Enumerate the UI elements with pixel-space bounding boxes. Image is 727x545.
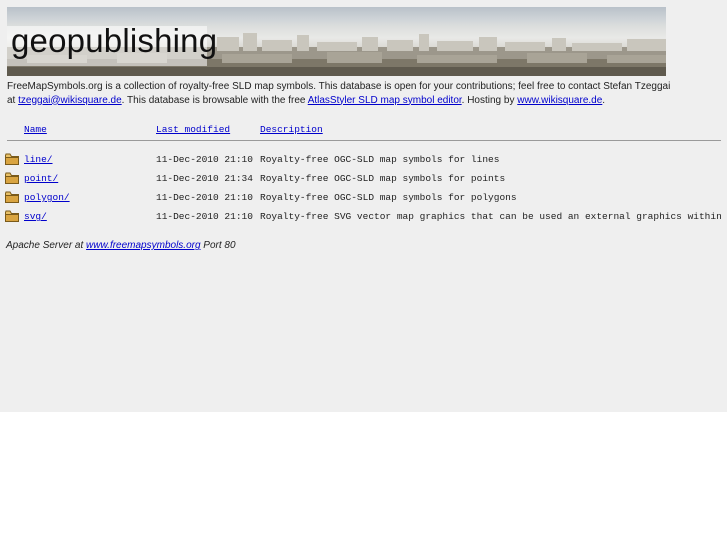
- intro-at: at: [7, 94, 19, 106]
- row-description: Royalty-free SVG vector map graphics tha…: [260, 211, 727, 222]
- row-modified: 11-Dec-2010 21:10: [156, 154, 253, 165]
- folder-icon: [5, 172, 19, 184]
- folder-icon: [5, 153, 19, 165]
- intro-line1: FreeMapSymbols.org is a collection of ro…: [7, 81, 671, 92]
- geopublishing-logo: geopublishing: [11, 24, 217, 57]
- intro-text: FreeMapSymbols.org is a collection of ro…: [7, 80, 707, 107]
- wikisquare-link[interactable]: www.wikisquare.de: [517, 95, 602, 106]
- folder-icon: [5, 191, 19, 203]
- freemapsymbols-link[interactable]: www.freemapsymbols.org: [86, 240, 200, 251]
- footer-suffix: Port 80: [200, 240, 236, 251]
- footer-prefix: Apache Server at: [6, 240, 87, 251]
- row-description: Royalty-free OGC-SLD map symbols for pol…: [260, 192, 517, 203]
- row-name-link[interactable]: line/: [24, 154, 53, 165]
- server-footer: Apache Server at www.freemapsymbols.org …: [6, 240, 236, 251]
- row-description: Royalty-free OGC-SLD map symbols for lin…: [260, 154, 500, 165]
- intro-hosting-text: . Hosting by: [461, 94, 518, 106]
- column-header-description: Description: [260, 124, 323, 135]
- table-row: line/ 11-Dec-2010 21:10 Royalty-free OGC…: [0, 153, 727, 170]
- column-header-name: Name: [24, 124, 47, 135]
- page: geopublishing FreeMapSymbols.org is a co…: [0, 0, 727, 412]
- row-name-link[interactable]: svg/: [24, 211, 47, 222]
- intro-browse-text: . This database is browsable with the fr…: [121, 94, 308, 106]
- email-link[interactable]: tzeggai@wikisquare.de: [18, 95, 122, 106]
- sort-by-modified-link[interactable]: Last modified: [156, 124, 230, 135]
- banner: geopublishing: [7, 7, 666, 76]
- row-description: Royalty-free OGC-SLD map symbols for poi…: [260, 173, 506, 184]
- row-modified: 11-Dec-2010 21:34: [156, 173, 253, 184]
- table-row: polygon/ 11-Dec-2010 21:10 Royalty-free …: [0, 191, 727, 208]
- table-row: point/ 11-Dec-2010 21:34 Royalty-free OG…: [0, 172, 727, 189]
- column-header-modified: Last modified: [156, 124, 230, 135]
- logo-publishing-text: publishing: [66, 22, 218, 59]
- row-modified: 11-Dec-2010 21:10: [156, 192, 253, 203]
- row-modified: 11-Dec-2010 21:10: [156, 211, 253, 222]
- row-name-link[interactable]: polygon/: [24, 192, 70, 203]
- sort-by-name-link[interactable]: Name: [24, 124, 47, 135]
- folder-icon: [5, 210, 19, 222]
- logo-geo-text: geo: [11, 22, 67, 59]
- atlasstyler-link[interactable]: AtlasStyler SLD map symbol editor: [308, 95, 462, 106]
- intro-period: .: [602, 94, 606, 106]
- table-row: svg/ 11-Dec-2010 21:10 Royalty-free SVG …: [0, 210, 727, 227]
- sort-by-description-link[interactable]: Description: [260, 124, 323, 135]
- row-name-link[interactable]: point/: [24, 173, 58, 184]
- header-divider: [7, 140, 721, 141]
